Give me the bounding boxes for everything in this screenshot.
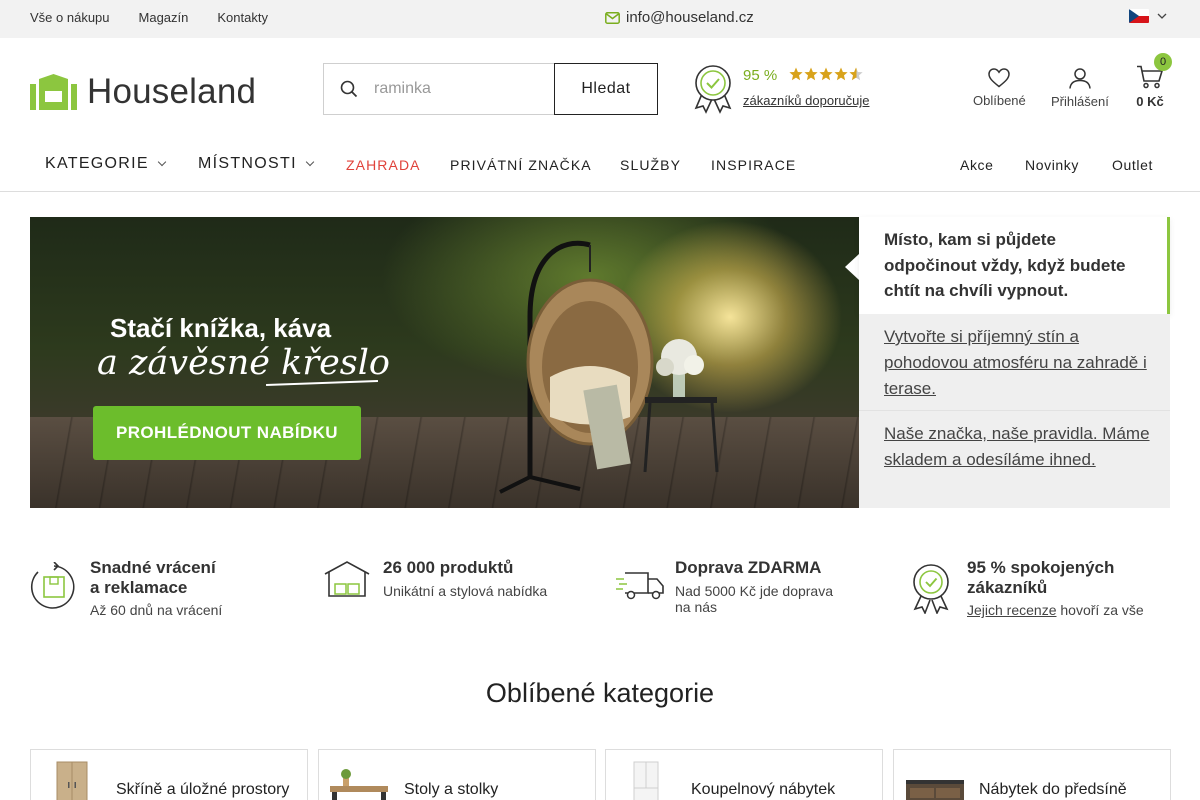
category-label: Skříně a úložné prostory xyxy=(116,781,290,798)
main-nav: KATEGORIE MÍSTNOSTI ZAHRADA PRIVÁTNÍ ZNA… xyxy=(0,140,1200,192)
half-star-icon xyxy=(849,67,863,81)
banner-tab-2[interactable]: Vytvořte si příjemný stín a pohodovou at… xyxy=(859,314,1170,411)
star-icon xyxy=(834,67,848,81)
bathroom-cabinet-thumbnail xyxy=(633,761,659,800)
login-label: Přihlášení xyxy=(1051,94,1109,109)
feature-shipping-sub-2: na nás xyxy=(675,599,718,615)
nav-novinky[interactable]: Novinky xyxy=(1025,157,1079,173)
star-icon xyxy=(819,67,833,81)
nav-privatni-znacka[interactable]: PRIVÁTNÍ ZNAČKA xyxy=(450,157,592,173)
category-card-predsin[interactable]: Nábytek do předsíně xyxy=(893,749,1171,800)
feature-satisfaction-title-1: 95 % spokojených xyxy=(967,558,1115,577)
category-label: Stoly a stolky xyxy=(404,781,499,798)
hallway-furniture-thumbnail xyxy=(906,780,964,800)
feature-shipping-title: Doprava ZDARMA xyxy=(675,558,822,577)
house-logo-icon xyxy=(30,74,77,110)
nav-kategorie-label: KATEGORIE xyxy=(45,155,149,172)
search-icon xyxy=(340,80,358,98)
categories-title: Oblíbené kategorie xyxy=(485,678,715,708)
feature-satisfaction-sub-rest: hovoří za vše xyxy=(1056,602,1144,618)
search-box xyxy=(323,63,555,115)
hero-banner[interactable]: Stačí knížka, káva a závěsné křeslo PROH… xyxy=(30,217,859,508)
chevron-down-icon xyxy=(1157,13,1167,19)
feature-returns-sub: Až 60 dnů na vrácení xyxy=(90,602,223,618)
category-card-skrine[interactable]: Skříně a úložné prostory xyxy=(30,749,308,800)
wardrobe-thumbnail xyxy=(56,761,88,800)
email-link[interactable]: info@houseland.cz xyxy=(605,9,754,26)
reviews-link[interactable]: Jejich recenze xyxy=(967,602,1057,618)
favorites-label: Oblíbené xyxy=(973,93,1026,108)
feature-satisfaction-title-2: zákazníků xyxy=(967,578,1048,597)
nav-sluzby[interactable]: SLUŽBY xyxy=(620,157,681,173)
active-tab-arrow xyxy=(845,254,859,280)
feature-products-sub: Unikátní a stylová nabídka xyxy=(383,583,548,599)
award-badge-icon xyxy=(913,564,949,614)
delivery-truck-icon xyxy=(616,572,664,600)
banner-headline: Stačí knížka, káva xyxy=(110,313,332,343)
nav-zahrada[interactable]: ZAHRADA xyxy=(346,157,421,173)
mail-icon xyxy=(605,11,620,24)
nav-outlet[interactable]: Outlet xyxy=(1112,157,1153,173)
category-label: Nábytek do předsíně xyxy=(979,781,1127,798)
category-card-koupelna[interactable]: Koupelnový nábytek xyxy=(605,749,883,800)
return-box-icon xyxy=(30,562,75,609)
link-kontakty[interactable]: Kontakty xyxy=(217,10,268,25)
banner-subheadline: a závěsné křeslo xyxy=(97,343,391,383)
banner-tab-3[interactable]: Naše značka, naše pravidla. Máme skladem… xyxy=(859,411,1170,508)
nav-mistnosti-label: MÍSTNOSTI xyxy=(198,155,297,172)
nav-inspirace[interactable]: INSPIRACE xyxy=(711,157,796,173)
top-bar: Vše o nákupu Magazín Kontakty info@house… xyxy=(0,0,1200,38)
chevron-down-icon xyxy=(157,157,167,167)
cart-total: 0 Kč xyxy=(1136,94,1164,109)
czech-flag-icon xyxy=(1129,9,1149,23)
link-magazin[interactable]: Magazín xyxy=(139,10,189,25)
rating-percent: 95 % xyxy=(743,67,778,84)
logo[interactable]: Houseland xyxy=(30,72,256,112)
table-thumbnail xyxy=(330,769,388,800)
cart-count-badge: 0 xyxy=(1154,53,1172,71)
feature-products-title: 26 000 produktů xyxy=(383,558,514,577)
logo-text: Houseland xyxy=(87,72,257,111)
award-badge-icon xyxy=(694,65,732,114)
category-card-stoly[interactable]: Stoly a stolky xyxy=(318,749,596,800)
hanging-chair-illustration xyxy=(499,240,719,494)
feature-returns-title-1: Snadné vrácení xyxy=(90,558,216,577)
star-icon xyxy=(804,67,818,81)
cart-button[interactable]: 0 Kč xyxy=(1136,65,1164,109)
rating-link[interactable]: zákazníků doporučuje xyxy=(743,93,869,108)
favorites-button[interactable]: Oblíbené xyxy=(973,68,1026,108)
feature-shipping-sub-1: Nad 5000 Kč jde doprava xyxy=(675,583,833,599)
feature-returns-title-2: a reklamace xyxy=(90,578,188,597)
banner-tab-active[interactable]: Místo, kam si půjdete odpočinout vždy, k… xyxy=(859,217,1170,314)
banner-cta-button[interactable]: PROHLÉDNOUT NABÍDKU xyxy=(93,406,361,460)
warehouse-icon xyxy=(324,561,370,597)
rating-stars xyxy=(789,67,863,81)
nav-mistnosti[interactable]: MÍSTNOSTI xyxy=(198,155,315,173)
user-icon xyxy=(1069,68,1091,89)
feature-satisfaction-sub: Jejich recenze hovoří za vše xyxy=(967,602,1144,618)
chevron-down-icon xyxy=(305,157,315,167)
link-vse-o-nakupu[interactable]: Vše o nákupu xyxy=(30,10,110,25)
heart-icon xyxy=(988,68,1011,88)
search-button[interactable]: Hledat xyxy=(554,63,658,115)
login-button[interactable]: Přihlášení xyxy=(1051,68,1109,109)
category-label: Koupelnový nábytek xyxy=(691,781,836,798)
language-switcher[interactable] xyxy=(1129,9,1167,23)
star-icon xyxy=(789,67,803,81)
top-links: Vše o nákupu Magazín Kontakty xyxy=(30,10,268,25)
nav-akce[interactable]: Akce xyxy=(960,157,994,173)
nav-kategorie[interactable]: KATEGORIE xyxy=(45,155,167,173)
search-input[interactable] xyxy=(374,80,544,98)
rating-widget: 95 % zákazníků doporučuje xyxy=(693,64,869,119)
email-text: info@houseland.cz xyxy=(626,9,754,26)
